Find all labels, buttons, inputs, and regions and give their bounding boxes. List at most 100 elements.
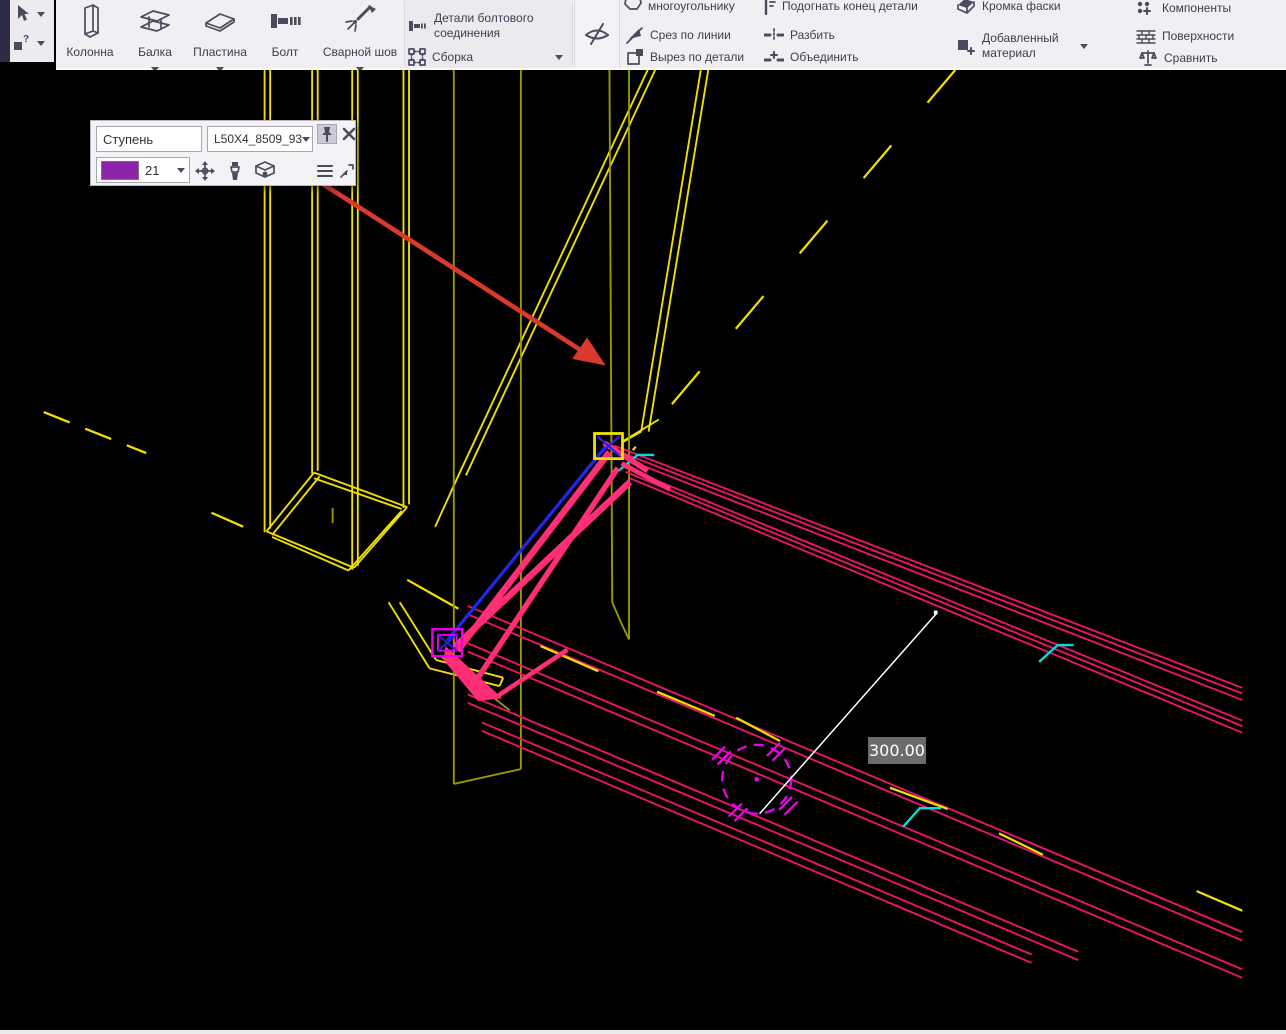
chevron-down-icon bbox=[37, 41, 45, 46]
ribbon-item-components[interactable]: Компоненты bbox=[1136, 0, 1276, 18]
part-cut-icon bbox=[626, 48, 644, 66]
ribbon-item-part-cut[interactable]: Вырез по детали bbox=[626, 47, 756, 67]
ribbon-item-split[interactable]: Разбить bbox=[764, 25, 894, 45]
chevron-down-icon bbox=[1080, 44, 1088, 49]
ribbon-separator bbox=[572, 2, 573, 66]
ribbon-item-label: Кромка фаски bbox=[982, 0, 1061, 13]
select-cursor-icon bbox=[14, 4, 34, 24]
ribbon-item-surfaces[interactable]: Поверхности bbox=[1136, 26, 1276, 46]
ribbon-item-polygon-cut[interactable]: многоугольнику bbox=[624, 0, 754, 16]
plate-icon bbox=[202, 3, 238, 39]
view-box-icon bbox=[254, 161, 276, 181]
ribbon-item-assembly[interactable]: Сборка bbox=[408, 47, 568, 67]
bolt-details-icon bbox=[408, 16, 428, 36]
ribbon-item-compare[interactable]: Сравнить bbox=[1138, 48, 1278, 68]
assembly-icon bbox=[408, 48, 426, 66]
ribbon-toolbar: ? Колонна Балка bbox=[0, 0, 1286, 70]
line-cut-icon bbox=[626, 26, 644, 44]
reference-line bbox=[447, 447, 605, 641]
ribbon-item-line-cut[interactable]: Срез по линии bbox=[626, 25, 756, 45]
ribbon-item-label: Сварной шов bbox=[318, 45, 402, 59]
ribbon-item-plate[interactable]: Пластина bbox=[188, 0, 252, 68]
profile-dropdown[interactable]: L50X4_8509_93 bbox=[207, 126, 313, 152]
chevron-down-icon bbox=[177, 168, 185, 173]
components-icon bbox=[1136, 0, 1156, 16]
pin-icon bbox=[320, 126, 334, 142]
ribbon-item-label: Вырез по детали bbox=[650, 50, 744, 64]
collapse-button[interactable] bbox=[337, 161, 357, 181]
quick-access-strip: ? bbox=[0, 0, 56, 70]
ribbon-item-label: Добавленный материал bbox=[982, 31, 1074, 61]
view-box-button[interactable] bbox=[253, 159, 277, 183]
chevron-down-icon bbox=[302, 137, 310, 142]
select-cursor-button[interactable] bbox=[14, 4, 45, 24]
ribbon-item-label: Сравнить bbox=[1164, 51, 1217, 65]
bolt-icon bbox=[267, 3, 303, 39]
svg-text:?: ? bbox=[23, 34, 29, 45]
weld-icon bbox=[342, 3, 378, 39]
collapse-icon bbox=[339, 163, 355, 179]
ribbon-item-label: Колонна bbox=[58, 45, 122, 59]
application-window: ? Колонна Балка bbox=[0, 0, 1286, 1034]
move-button[interactable] bbox=[193, 159, 217, 183]
list-button[interactable] bbox=[315, 161, 335, 181]
ribbon-item-label: Подогнать конец детали bbox=[782, 0, 918, 13]
inquire-button[interactable]: ? bbox=[12, 32, 45, 54]
model-viewport[interactable]: 300.00 L50X4_8509_93 21 bbox=[0, 70, 1286, 1030]
color-dropdown[interactable]: 21 bbox=[96, 157, 190, 183]
color-number: 21 bbox=[145, 163, 159, 178]
ribbon-item-label: многоугольнику bbox=[648, 0, 735, 13]
ribbon-item-label: Балка bbox=[124, 45, 186, 59]
split-icon bbox=[764, 28, 784, 42]
model-scene bbox=[0, 70, 1286, 1030]
ribbon-item-label: Сборка bbox=[432, 50, 473, 64]
color-swatch bbox=[101, 161, 139, 180]
side-strip bbox=[0, 0, 10, 62]
ribbon-item-beam[interactable]: Балка bbox=[124, 0, 186, 68]
surfaces-icon bbox=[1136, 28, 1156, 44]
list-icon bbox=[317, 164, 333, 178]
ribbon-item-column[interactable]: Колонна bbox=[58, 0, 122, 68]
move-icon bbox=[195, 161, 215, 181]
status-bar-edge bbox=[0, 1030, 1286, 1034]
chevron-down-icon bbox=[37, 12, 45, 17]
polygon-cut-icon bbox=[624, 0, 642, 14]
ribbon-item-label: Компоненты bbox=[1162, 1, 1231, 15]
ribbon-item-fit-end[interactable]: Подогнать конец детали bbox=[762, 0, 942, 16]
ribbon-item-combine[interactable]: Объединить bbox=[764, 47, 894, 67]
profile-value: L50X4_8509_93 bbox=[214, 132, 302, 146]
ribbon-item-weld[interactable]: Сварной шов bbox=[318, 0, 402, 68]
chevron-down-icon bbox=[555, 55, 563, 60]
ribbon-item-chamfer[interactable]: Кромка фаски bbox=[956, 0, 1106, 16]
paint-button[interactable] bbox=[223, 159, 247, 183]
ribbon-item-label: Детали болтового соединения bbox=[434, 11, 552, 41]
stringer-wireframe[interactable] bbox=[389, 70, 709, 686]
dimension-line bbox=[760, 611, 938, 814]
close-icon bbox=[342, 127, 356, 141]
contextual-toolbar[interactable]: L50X4_8509_93 21 bbox=[90, 120, 356, 186]
pin-button[interactable] bbox=[317, 124, 337, 144]
red-annotation-arrow bbox=[317, 180, 606, 365]
ribbon-item-added-material[interactable]: Добавленный материал bbox=[956, 28, 1116, 64]
paint-icon bbox=[226, 161, 244, 181]
rotation-circle[interactable] bbox=[712, 743, 798, 821]
chamfer-icon bbox=[956, 0, 976, 15]
beam-icon bbox=[137, 3, 173, 39]
close-button[interactable] bbox=[339, 124, 359, 144]
eye-slash-icon bbox=[583, 22, 611, 46]
ribbon-item-label: Поверхности bbox=[1162, 29, 1234, 43]
ribbon-item-bolt-details[interactable]: Детали болтового соединения bbox=[408, 8, 558, 44]
visibility-toggle-button[interactable] bbox=[574, 0, 620, 68]
weld-marks-cyan bbox=[619, 455, 1074, 827]
inquire-icon: ? bbox=[12, 32, 34, 54]
ribbon-item-label: Срез по линии bbox=[650, 28, 731, 42]
ribbon-item-bolt[interactable]: Болт bbox=[254, 0, 316, 68]
combine-icon bbox=[764, 50, 784, 64]
fit-end-icon bbox=[762, 0, 776, 15]
compare-icon bbox=[1138, 49, 1158, 67]
ribbon-item-label: Объединить bbox=[790, 50, 859, 64]
dimension-value-label: 300.00 bbox=[868, 737, 926, 764]
name-input[interactable] bbox=[96, 126, 202, 152]
column-icon bbox=[72, 3, 108, 39]
added-material-icon bbox=[956, 36, 976, 56]
